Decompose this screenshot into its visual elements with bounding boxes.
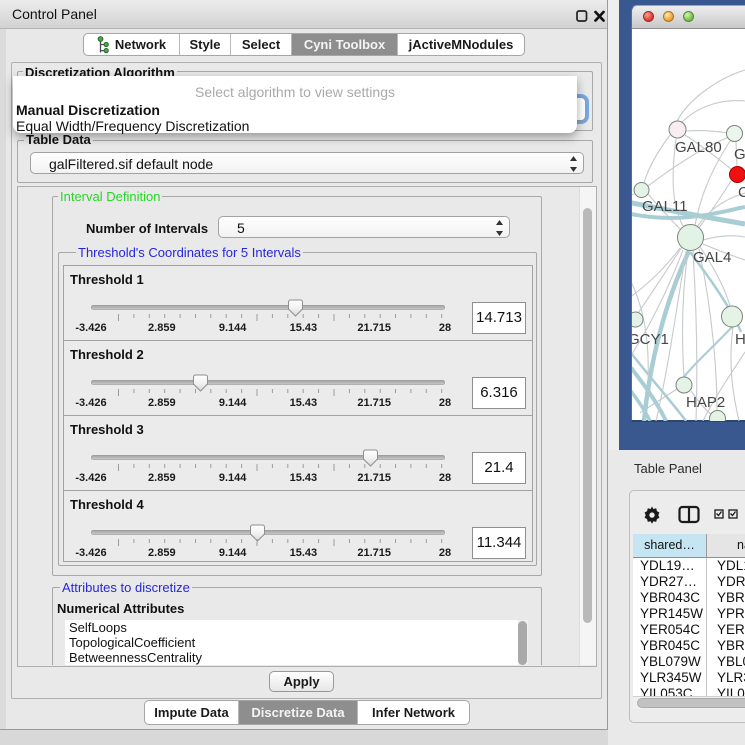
svg-text:GAL11: GAL11	[642, 198, 688, 215]
svg-text:HA: HA	[735, 331, 745, 348]
svg-text:C: C	[738, 184, 745, 201]
svg-text:GAL4: GAL4	[693, 249, 731, 266]
svg-text:GCY1: GCY1	[632, 331, 669, 348]
svg-text:GA: GA	[734, 146, 745, 163]
svg-text:GAL80: GAL80	[675, 139, 722, 156]
svg-text:HAP2: HAP2	[686, 394, 725, 411]
